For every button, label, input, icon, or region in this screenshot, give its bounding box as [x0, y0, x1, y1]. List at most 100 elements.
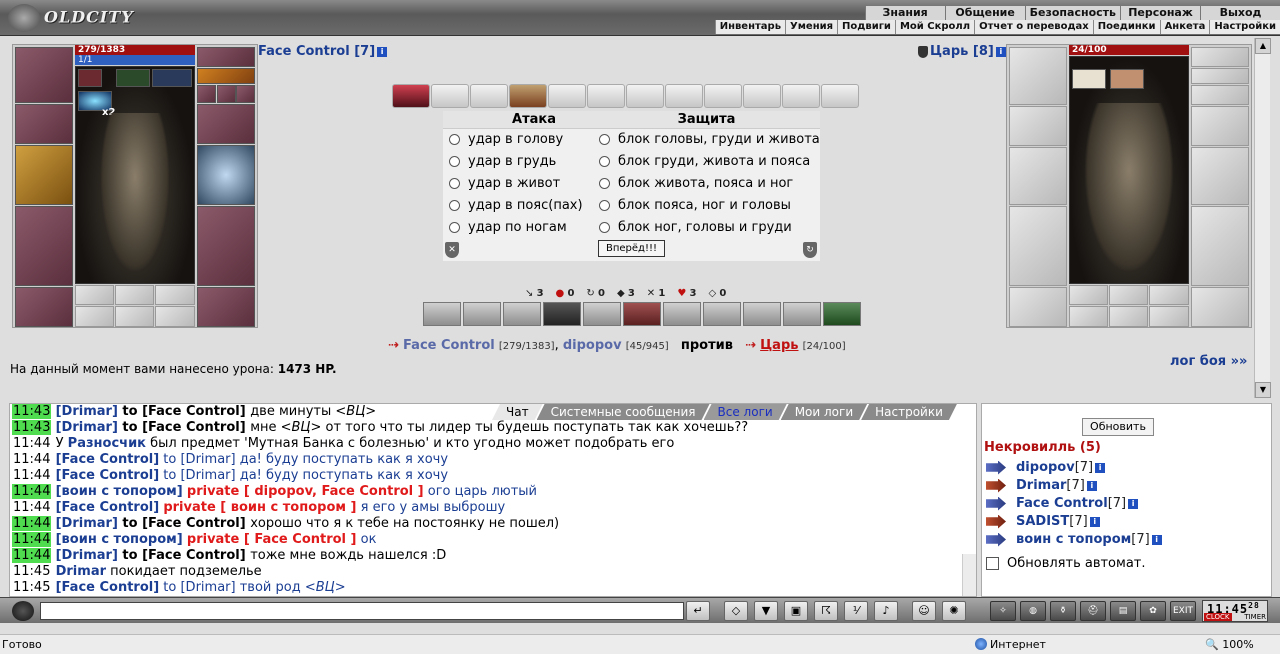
scroll-slot[interactable] [626, 84, 664, 108]
user-row[interactable]: Drimar[7] i [986, 478, 1097, 493]
message-author[interactable]: [Drimar] [56, 404, 118, 419]
scroll-slot[interactable] [743, 84, 781, 108]
helmet-slot[interactable] [15, 47, 73, 103]
skill-button[interactable] [703, 302, 741, 326]
user-name[interactable]: Face Control [1016, 496, 1108, 511]
ring-slot-2[interactable] [217, 85, 236, 103]
zoom-level[interactable]: 🔍 100% [1205, 638, 1254, 651]
translit-icon[interactable]: ⅟ [844, 601, 868, 621]
rune-slot[interactable] [115, 285, 154, 305]
gloves-slot[interactable] [197, 104, 255, 144]
gift-icon[interactable]: ✿ [1140, 601, 1166, 621]
skill-button[interactable] [423, 302, 461, 326]
info-icon[interactable]: i [995, 46, 1006, 57]
radio-button[interactable] [449, 200, 460, 211]
submenu-item[interactable]: Инвентарь [714, 20, 786, 34]
info-icon[interactable]: i [1095, 462, 1106, 473]
amulet-slot[interactable] [197, 68, 255, 84]
defense-option[interactable]: блок груди, живота и пояса [593, 151, 820, 173]
rune-slot[interactable] [155, 306, 195, 327]
user-name[interactable]: Drimar [1016, 478, 1066, 493]
boots-slot[interactable] [197, 287, 255, 327]
skill-button[interactable] [823, 302, 861, 326]
menu-item[interactable]: Знания [864, 6, 945, 20]
skill-button[interactable] [463, 302, 501, 326]
attack-go-button[interactable]: Вперёд!!! [598, 240, 665, 257]
submenu-item[interactable]: Анкета [1159, 20, 1210, 34]
info-icon[interactable]: i [1128, 498, 1139, 509]
belt-slot[interactable] [15, 287, 73, 327]
defense-option[interactable]: блок головы, груди и живота [593, 129, 820, 151]
bag-icon[interactable]: ◍ [1020, 601, 1046, 621]
defense-option[interactable]: блок живота, пояса и ног [593, 173, 820, 195]
action-icon[interactable]: ✧ [990, 601, 1016, 621]
submenu-item[interactable]: Подвиги [837, 20, 895, 34]
skill-button[interactable] [783, 302, 821, 326]
leggings-slot[interactable] [197, 206, 255, 286]
radio-button[interactable] [449, 156, 460, 167]
chat-input[interactable] [40, 602, 684, 620]
bracers-slot[interactable] [15, 104, 73, 144]
scroll-slot[interactable] [548, 84, 586, 108]
skill-button[interactable] [743, 302, 781, 326]
menu-item[interactable]: Безопасность [1024, 6, 1120, 20]
battle-log-link[interactable]: лог боя »» [1170, 354, 1247, 369]
shield-icon[interactable]: ↻ [803, 242, 817, 258]
radio-button[interactable] [599, 156, 610, 167]
save-icon[interactable]: ▣ [784, 601, 808, 621]
eraser-icon[interactable]: ◇ [724, 601, 748, 621]
message-author[interactable]: [Drimar] [56, 548, 118, 563]
user-row[interactable]: dipopov[7] i [986, 460, 1106, 475]
shield-icon[interactable]: ✕ [445, 242, 459, 258]
weapon-slot[interactable] [15, 145, 73, 205]
radio-button[interactable] [599, 222, 610, 233]
info-icon[interactable]: i [1089, 516, 1100, 527]
message-author[interactable]: Drimar [56, 564, 106, 579]
ring-slot-3[interactable] [236, 85, 255, 103]
submenu-item[interactable]: Настройки [1209, 20, 1280, 34]
lock-icon[interactable]: ▤ [1110, 601, 1136, 621]
player-name[interactable]: Face Control [7] i [258, 44, 388, 59]
scroll-slot[interactable] [431, 84, 469, 108]
auto-refresh-checkbox[interactable] [986, 557, 999, 570]
info-icon[interactable]: i [1086, 480, 1097, 491]
message-author[interactable]: [воин с топором] [56, 532, 183, 547]
ring-slot-1[interactable] [197, 85, 216, 103]
radio-button[interactable] [449, 178, 460, 189]
scroll-slot[interactable] [587, 84, 625, 108]
skill-button[interactable] [623, 302, 661, 326]
message-author[interactable]: [Face Control] [56, 580, 160, 595]
chat-scrollbar[interactable] [962, 554, 976, 596]
helmet-icon[interactable]: ⛑ [1080, 601, 1106, 621]
message-author[interactable]: [Drimar] [56, 516, 118, 531]
private-recipients[interactable]: private [ воин с топором ] [163, 500, 356, 515]
chat-tab[interactable]: Мои логи [781, 404, 867, 420]
gold-icon[interactable]: ⚱ [1050, 601, 1076, 621]
menu-item[interactable]: Общение [944, 6, 1025, 20]
info-icon[interactable]: i [1151, 534, 1162, 545]
scroll-slot[interactable] [821, 84, 859, 108]
chat-tab[interactable]: Системные сообщения [537, 404, 710, 420]
radio-button[interactable] [599, 134, 610, 145]
chat-tab[interactable]: Настройки [861, 404, 957, 420]
scroll-down-icon[interactable]: ▼ [1255, 382, 1271, 398]
rune-slot[interactable] [115, 306, 154, 327]
user-row[interactable]: воин с топором[7] i [986, 532, 1162, 547]
auto-refresh-option[interactable]: Обновлять автомат. [986, 556, 1146, 571]
skill-button[interactable] [503, 302, 541, 326]
send-icon[interactable]: ↵ [686, 601, 710, 621]
submenu-item[interactable]: Мой Скролл [894, 20, 975, 34]
submenu-item[interactable]: Умения [785, 20, 838, 34]
private-recipients[interactable]: private [ dipopov, Face Control ] [187, 484, 424, 499]
run-icon[interactable]: ☈ [814, 601, 838, 621]
scroll-slot[interactable] [392, 84, 430, 108]
scroll-slot[interactable] [704, 84, 742, 108]
private-recipients[interactable]: private [ Face Control ] [187, 532, 357, 547]
scroll-slot[interactable] [509, 84, 547, 108]
user-name[interactable]: воин с топором [1016, 532, 1131, 547]
submenu-item[interactable]: Отчет о переводах [974, 20, 1093, 34]
radio-button[interactable] [449, 222, 460, 233]
smiley-menu-icon[interactable] [12, 601, 34, 621]
message-author[interactable]: [Face Control] [56, 500, 160, 515]
user-row[interactable]: SADIST[7] i [986, 514, 1100, 529]
